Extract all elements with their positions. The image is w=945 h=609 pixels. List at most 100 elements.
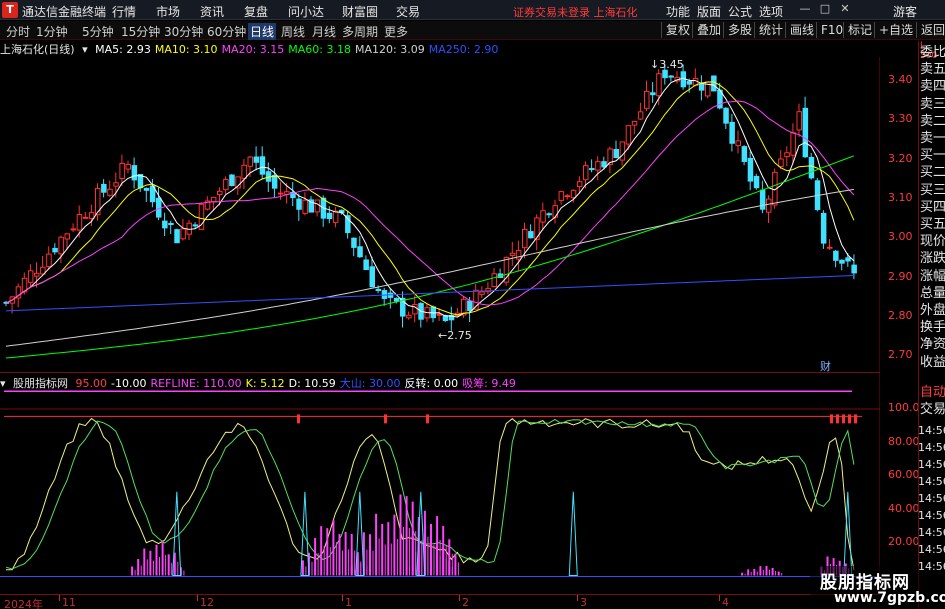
menu-fupan[interactable]: 复盘 [244,3,268,20]
date-tick-label: 2024年 [4,598,43,609]
candle-body [223,179,229,191]
candle-body [595,161,601,171]
side-item[interactable]: 净资 [920,337,945,352]
add-watchlist-button[interactable]: +自选 [874,22,913,38]
minimize-icon[interactable]: — [798,2,812,16]
menu-hangqing[interactable]: 行情 [112,3,136,20]
candle-body [589,168,595,171]
side-item[interactable]: 收益 [920,355,945,370]
menu-jiaoyi[interactable]: 交易 [396,3,420,20]
period-30min[interactable]: 30分钟 [164,23,203,40]
candle-body [34,272,40,277]
duogu-button[interactable]: 多股 [723,22,752,38]
period-5min[interactable]: 5分钟 [82,23,114,40]
period-monthly[interactable]: 月线 [312,23,336,40]
side-item[interactable]: 买二 [920,165,945,180]
signal-marker [842,414,845,424]
candle-body [241,164,247,179]
side-item[interactable]: 现价 [920,234,945,249]
signal-marker [848,414,851,424]
period-more[interactable]: 更多 [384,23,408,40]
side-item[interactable]: 委比 [920,45,945,60]
side-lower-item[interactable]: 交易 [920,402,945,417]
side-item[interactable]: 卖一 [920,131,945,146]
price-tick-label: 2.90 [888,269,913,283]
candle-body [637,111,644,120]
period-weekly[interactable]: 周线 [281,23,305,40]
candle-body [601,161,607,168]
menu-xuanxiang[interactable]: 选项 [759,3,783,20]
expand-icon[interactable]: ▾ [82,43,88,56]
period-fenshi[interactable]: 分时 [6,23,30,40]
candle-body [259,156,266,175]
side-lower-item[interactable]: 自动 [920,385,945,400]
menu-shichang[interactable]: 市场 [156,3,180,20]
indicator-tick-label: 80.00 [888,434,920,448]
candle-body [845,257,851,262]
menu-gongneng[interactable]: 功能 [666,3,690,20]
period-1min[interactable]: 1分钟 [36,23,68,40]
candle-body [119,162,125,179]
side-item[interactable]: 卖四 [920,79,945,94]
candle-body [174,229,180,244]
candle-body [351,237,357,248]
side-item[interactable]: 卖五 [920,62,945,77]
side-item[interactable]: 总量 [920,286,945,301]
kline-chart[interactable]: ↓3.45 ←2.75 财 [0,57,880,594]
diejia-button[interactable]: 叠加 [692,22,721,38]
period-daily[interactable]: 日线 [248,23,277,40]
trade-time: 14:56 [918,458,945,471]
side-item[interactable]: 外盘 [920,303,945,318]
f10-button[interactable]: F10 [816,22,843,38]
side-item[interactable]: 涨跌 [920,251,945,266]
candle-body [412,304,418,315]
tongji-button[interactable]: 统计 [754,22,783,38]
close-icon[interactable]: ✕ [838,2,852,16]
candle-body [326,212,333,220]
candle-body [302,199,308,214]
candle-body [827,246,833,249]
candle-body [570,189,577,199]
candle-body [88,212,95,219]
side-item[interactable]: 卖二 [920,114,945,129]
date-tick [342,595,343,601]
side-item[interactable]: 卖三 [920,97,945,112]
side-item[interactable]: 涨幅 [920,269,945,284]
maximize-icon[interactable]: □ [818,2,832,16]
guest-login[interactable]: 游客 [893,3,917,20]
candle-body [64,233,70,240]
side-item[interactable]: 买五 [920,217,945,232]
menu-banmian[interactable]: 版面 [697,3,721,20]
menu-gongshi[interactable]: 公式 [728,3,752,20]
period-60min[interactable]: 60分钟 [207,23,246,40]
finance-marker: 财 [820,359,831,373]
candle-body [436,313,443,316]
candle-body [406,314,412,319]
side-item[interactable]: 换手 [920,320,945,335]
candle-body [430,306,436,319]
trade-time: 14:56 [918,543,945,556]
huaxian-button[interactable]: 画线 [785,22,814,38]
candle-body [70,228,77,231]
candle-body [540,210,546,223]
candle-body [467,300,473,312]
price-tick-label: 2.70 [888,348,913,362]
menu-caifuquan[interactable]: 财富圈 [342,3,378,20]
period-multi[interactable]: 多周期 [342,23,378,40]
signal-marker [836,414,839,424]
price-tick-label: 3.30 [888,112,913,126]
side-item[interactable]: 买三 [920,183,945,198]
chart-title: 上海石化(日线) [0,43,75,56]
period-15min[interactable]: 15分钟 [121,23,160,40]
candle-body [168,223,174,226]
fuquan-button[interactable]: 复权 [661,22,690,38]
candle-body [558,191,565,201]
back-button[interactable]: 返回 [916,22,945,38]
candle-body [58,236,64,255]
menu-wenxiaoda[interactable]: 问小达 [288,3,324,20]
side-item[interactable]: 买四 [920,200,945,215]
menu-zixun[interactable]: 资讯 [200,3,224,20]
side-item[interactable]: 买一 [920,148,945,163]
candle-body [631,120,638,126]
biaoji-button[interactable]: 标记 [843,22,872,38]
